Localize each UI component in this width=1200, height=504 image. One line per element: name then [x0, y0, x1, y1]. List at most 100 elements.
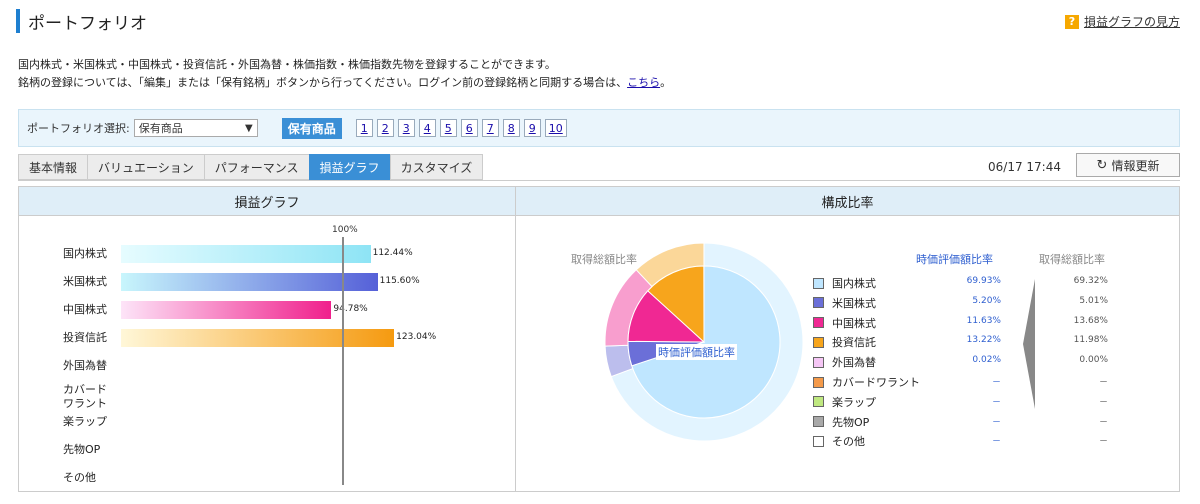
- portfolio-number-6[interactable]: 6: [460, 119, 478, 137]
- legend-swatch-1: [813, 297, 824, 309]
- legend-item-6: 楽ラップ: [813, 394, 876, 410]
- portfolio-number-9[interactable]: 9: [523, 119, 541, 137]
- ratio-arrow-shape: [1023, 279, 1035, 409]
- portfolio-select[interactable]: 保有商品 ▼: [133, 119, 258, 137]
- bar-label-3: 投資信託: [63, 331, 107, 344]
- legend-swatch-0: [813, 277, 824, 289]
- bar-value-0: 112.44%: [372, 248, 413, 258]
- legend-swatch-7: [813, 416, 824, 428]
- legend-swatch-3: [813, 336, 824, 348]
- acquired-ratio-6: －: [1098, 397, 1108, 408]
- legend-swatch-8: [813, 435, 824, 447]
- tab-divider: [18, 180, 1180, 181]
- portfolio-active-label: 保有商品: [281, 117, 342, 139]
- acquired-ratio-2: 13.68%: [1073, 315, 1108, 326]
- chevron-down-icon: ▼: [245, 122, 253, 134]
- portfolio-number-1[interactable]: 1: [355, 119, 373, 137]
- acquired-ratio-7: －: [1098, 417, 1108, 428]
- bar-label-2: 中国株式: [63, 303, 107, 316]
- description-end: 。: [660, 76, 672, 89]
- current-ratio-5: －: [991, 378, 1001, 388]
- legend-label-8: その他: [832, 435, 865, 449]
- current-ratio-2: 11.63%: [966, 315, 1001, 326]
- hundred-percent-label: 100%: [332, 225, 358, 235]
- legend-label-4: 外国為替: [832, 356, 876, 370]
- bar-1: [121, 273, 378, 291]
- portfolio-number-2[interactable]: 2: [376, 119, 394, 137]
- tab-4[interactable]: カスタマイズ: [389, 154, 484, 180]
- legend-swatch-4: [813, 356, 824, 368]
- refresh-button[interactable]: ↻ 情報更新: [1076, 153, 1180, 177]
- profit-loss-heading: 損益グラフ: [19, 187, 515, 216]
- view-tabs: 基本情報 バリュエーション パフォーマンス 損益グラフ カスタマイズ: [18, 154, 484, 180]
- refresh-label: 情報更新: [1111, 158, 1160, 173]
- current-ratio-1: 5.20%: [972, 295, 1001, 306]
- title-accent: [16, 9, 20, 33]
- composition-heading: 構成比率: [516, 187, 1179, 216]
- acquired-ratio-4: 0.00%: [1079, 355, 1108, 366]
- current-ratio-8: －: [991, 437, 1001, 448]
- acquired-ratio-0: 69.32%: [1073, 276, 1108, 286]
- help-icon: ?: [1064, 14, 1079, 29]
- tab-3[interactable]: 損益グラフ: [308, 154, 390, 180]
- portfolio-number-10[interactable]: 10: [544, 119, 567, 137]
- bar-value-2: 94.78%: [333, 304, 368, 314]
- help-link-label[interactable]: 損益グラフの見方: [1084, 13, 1180, 30]
- portfolio-number-5[interactable]: 5: [439, 119, 457, 137]
- legend-item-8: その他: [813, 433, 865, 449]
- bar-2: [121, 301, 332, 319]
- tab-0[interactable]: 基本情報: [18, 154, 88, 180]
- acquired-ratio-3: 11.98%: [1073, 335, 1108, 346]
- legend-swatch-5: [813, 376, 824, 388]
- portfolio-select-value: 保有商品: [138, 122, 183, 135]
- portfolio-number-8[interactable]: 8: [502, 119, 520, 137]
- legend-label-3: 投資信託: [832, 336, 876, 350]
- bar-3: [121, 329, 395, 347]
- update-timestamp: 06/17 17:44: [988, 160, 1061, 174]
- current-ratio-6: －: [991, 397, 1001, 408]
- legend-item-5: カバードワラント: [813, 374, 920, 390]
- tab-1[interactable]: バリュエーション: [87, 154, 204, 180]
- acquired-ratio-8: －: [1098, 437, 1108, 448]
- composition-donut-chart: [604, 242, 804, 442]
- legend-item-3: 投資信託: [813, 334, 876, 350]
- tab-2[interactable]: パフォーマンス: [203, 154, 309, 180]
- portfolio-select-label: ポートフォリオ選択:: [27, 122, 130, 135]
- legend-label-5: カバードワラント: [832, 376, 920, 389]
- legend-label-1: 米国株式: [832, 296, 876, 310]
- sync-link[interactable]: こちら: [627, 76, 660, 89]
- inner-pie-label: 時価評価額比率: [656, 344, 737, 360]
- bar-label-6: 楽ラップ: [63, 415, 107, 428]
- bar-label-0: 国内株式: [63, 247, 107, 260]
- refresh-icon: ↻: [1096, 157, 1108, 173]
- description: 国内株式・米国株式・中国株式・投資信託・外国為替・株価指数・株価指数先物を登録す…: [18, 56, 671, 92]
- legend-swatch-2: [813, 317, 824, 329]
- current-ratio-3: 13.22%: [966, 335, 1001, 346]
- bar-label-8: その他: [63, 471, 96, 484]
- legend-item-2: 中国株式: [813, 315, 876, 331]
- legend-item-4: 外国為替: [813, 354, 876, 370]
- current-ratio-0: 69.93%: [966, 276, 1001, 286]
- help-link[interactable]: ? 損益グラフの見方: [1064, 13, 1180, 30]
- current-ratio-7: －: [991, 417, 1001, 428]
- acquired-ratio-column-header: 取得総額比率: [1039, 253, 1105, 266]
- portfolio-number-3[interactable]: 3: [397, 119, 415, 137]
- current-ratio-4: 0.02%: [972, 355, 1001, 366]
- current-ratio-column-header: 時価評価額比率: [916, 253, 993, 266]
- portfolio-number-list: 1 2 3 4 5 6 7 8 9 10: [352, 119, 567, 137]
- bar-label-5: カバード ワラント: [63, 383, 107, 410]
- portfolio-number-7[interactable]: 7: [481, 119, 499, 137]
- legend-label-2: 中国株式: [832, 316, 876, 330]
- composition-panel: 構成比率 取得総額比率 時価評価額比率 時価評価額比率 取得総額比率 国内株式 6…: [515, 186, 1180, 492]
- bar-label-1: 米国株式: [63, 275, 107, 288]
- acquired-ratio-1: 5.01%: [1079, 295, 1108, 306]
- page-title-bar: ポートフォリオ: [16, 8, 147, 34]
- bar-label-4: 外国為替: [63, 359, 107, 372]
- bar-label-7: 先物OP: [63, 443, 101, 456]
- portfolio-number-4[interactable]: 4: [418, 119, 436, 137]
- legend-label-0: 国内株式: [832, 277, 876, 290]
- description-text: 銘柄の登録については、「編集」または「保有銘柄」ボタンから行ってください。ログイ…: [18, 76, 628, 89]
- legend-item-0: 国内株式: [813, 275, 876, 291]
- legend-item-1: 米国株式: [813, 295, 876, 311]
- outer-ring-label: 取得総額比率: [571, 253, 637, 266]
